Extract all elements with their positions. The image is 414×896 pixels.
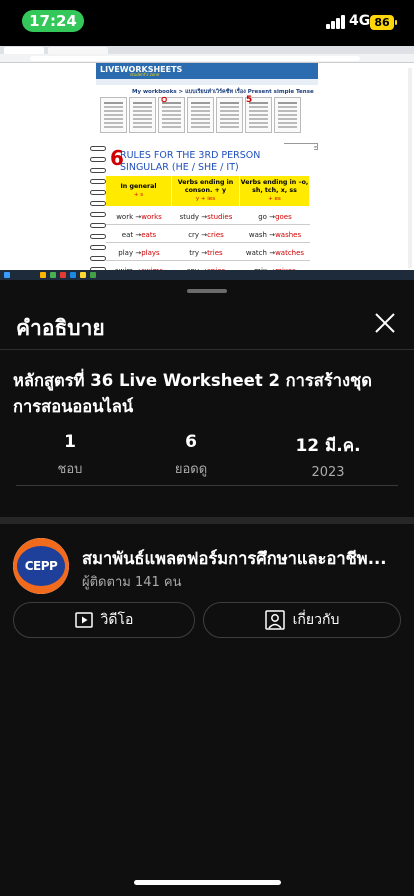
windows-taskbar (0, 270, 414, 280)
browser-address-bar (0, 54, 414, 63)
video-play-icon (74, 611, 93, 629)
rules-title: RULES FOR THE 3RD PERSON SINGULAR (HE / … (120, 150, 261, 173)
video-title: หลักสูตรที่ 36 Live Worksheet 2 การสร้าง… (13, 371, 372, 416)
views-label: ยอดดู (174, 462, 208, 477)
likes-label: ชอบ (57, 462, 83, 477)
clock: 17:24 (22, 10, 84, 32)
date-stat: 12 มี.ค. 2023 (268, 432, 388, 480)
channel-name[interactable]: สมาพันธ์แพลตฟอร์มการศึกษาและอาชีพ... (82, 546, 400, 572)
description-sheet: คำอธิบาย หลักสูตรที่ 36 Live Worksheet 2… (0, 280, 414, 896)
header-consonant-y-main: Verbs ending in conson. + y (177, 179, 234, 194)
home-indicator[interactable] (134, 880, 281, 885)
page-scrollbar (408, 68, 412, 268)
views-stat: 6 ยอดดู (131, 432, 251, 479)
header-divider (0, 349, 414, 350)
close-button[interactable] (370, 308, 400, 338)
worksheet-thumbnails: ㅇ 5 (100, 95, 314, 135)
sheet-title: คำอธิบาย (16, 316, 105, 340)
header-es: Verbs ending in –o, sh, tch, x, ss + es (240, 176, 310, 206)
publish-date: 12 มี.ค. (295, 436, 361, 456)
likes-count: 1 (64, 432, 76, 452)
rules-table-header: In general + s Verbs ending in conson. +… (106, 176, 310, 206)
red-annotation: 6 (110, 146, 124, 170)
about-button-label: เกี่ยวกับ (292, 612, 340, 628)
header-general-main: In general (120, 183, 157, 190)
status-bar: 17:24 4G 86 (0, 0, 414, 46)
header-general: In general + s (106, 176, 172, 206)
table-row: play → plays try → tries watch → watches (106, 244, 310, 261)
header-es-main: Verbs ending in –o, sh, tch, x, ss (240, 179, 309, 194)
videos-button-label: วิดีโอ (100, 612, 134, 628)
person-icon (264, 610, 285, 630)
header-consonant-y-sub: y + ies (195, 196, 216, 202)
language-bar (96, 79, 318, 85)
channel-avatar[interactable]: CEPP (13, 538, 69, 594)
close-icon (375, 313, 395, 333)
about-button[interactable]: เกี่ยวกับ (203, 602, 401, 638)
publish-year: 2023 (311, 465, 345, 480)
section-separator (0, 517, 414, 524)
stats-divider (16, 485, 398, 486)
liveworksheets-header: LIVEWORKSHEETS student's zone (96, 63, 318, 79)
battery-level: 86 (374, 16, 390, 29)
views-count: 6 (185, 432, 197, 452)
table-row: work → works study → studies go → goes (106, 208, 310, 225)
drag-handle[interactable] (187, 289, 227, 293)
header-general-sub: + s (133, 192, 144, 198)
likes-stat: 1 ชอบ (10, 432, 130, 479)
header-consonant-y: Verbs ending in conson. + y y + ies (172, 176, 240, 206)
cellular-signal-icon (326, 15, 346, 29)
subscriber-count: ผู้ติดตาม 141 คน (82, 575, 182, 590)
videos-button[interactable]: วิดีโอ (13, 602, 195, 638)
browser-tab-strip (0, 46, 414, 54)
avatar-logo-text: CEPP (24, 559, 58, 573)
video-player[interactable]: LIVEWORKSHEETS student's zone My workboo… (0, 46, 414, 280)
rules-notebook: RULES FOR THE 3RD PERSON SINGULAR (HE / … (90, 144, 314, 280)
liveworksheets-tagline: student's zone (130, 72, 160, 77)
header-es-sub: + es (268, 196, 281, 202)
spiral-binding (90, 146, 106, 276)
table-row: eat → eats cry → cries wash → washes (106, 226, 310, 243)
network-type: 4G (349, 13, 371, 29)
battery-icon: 86 (370, 15, 397, 30)
